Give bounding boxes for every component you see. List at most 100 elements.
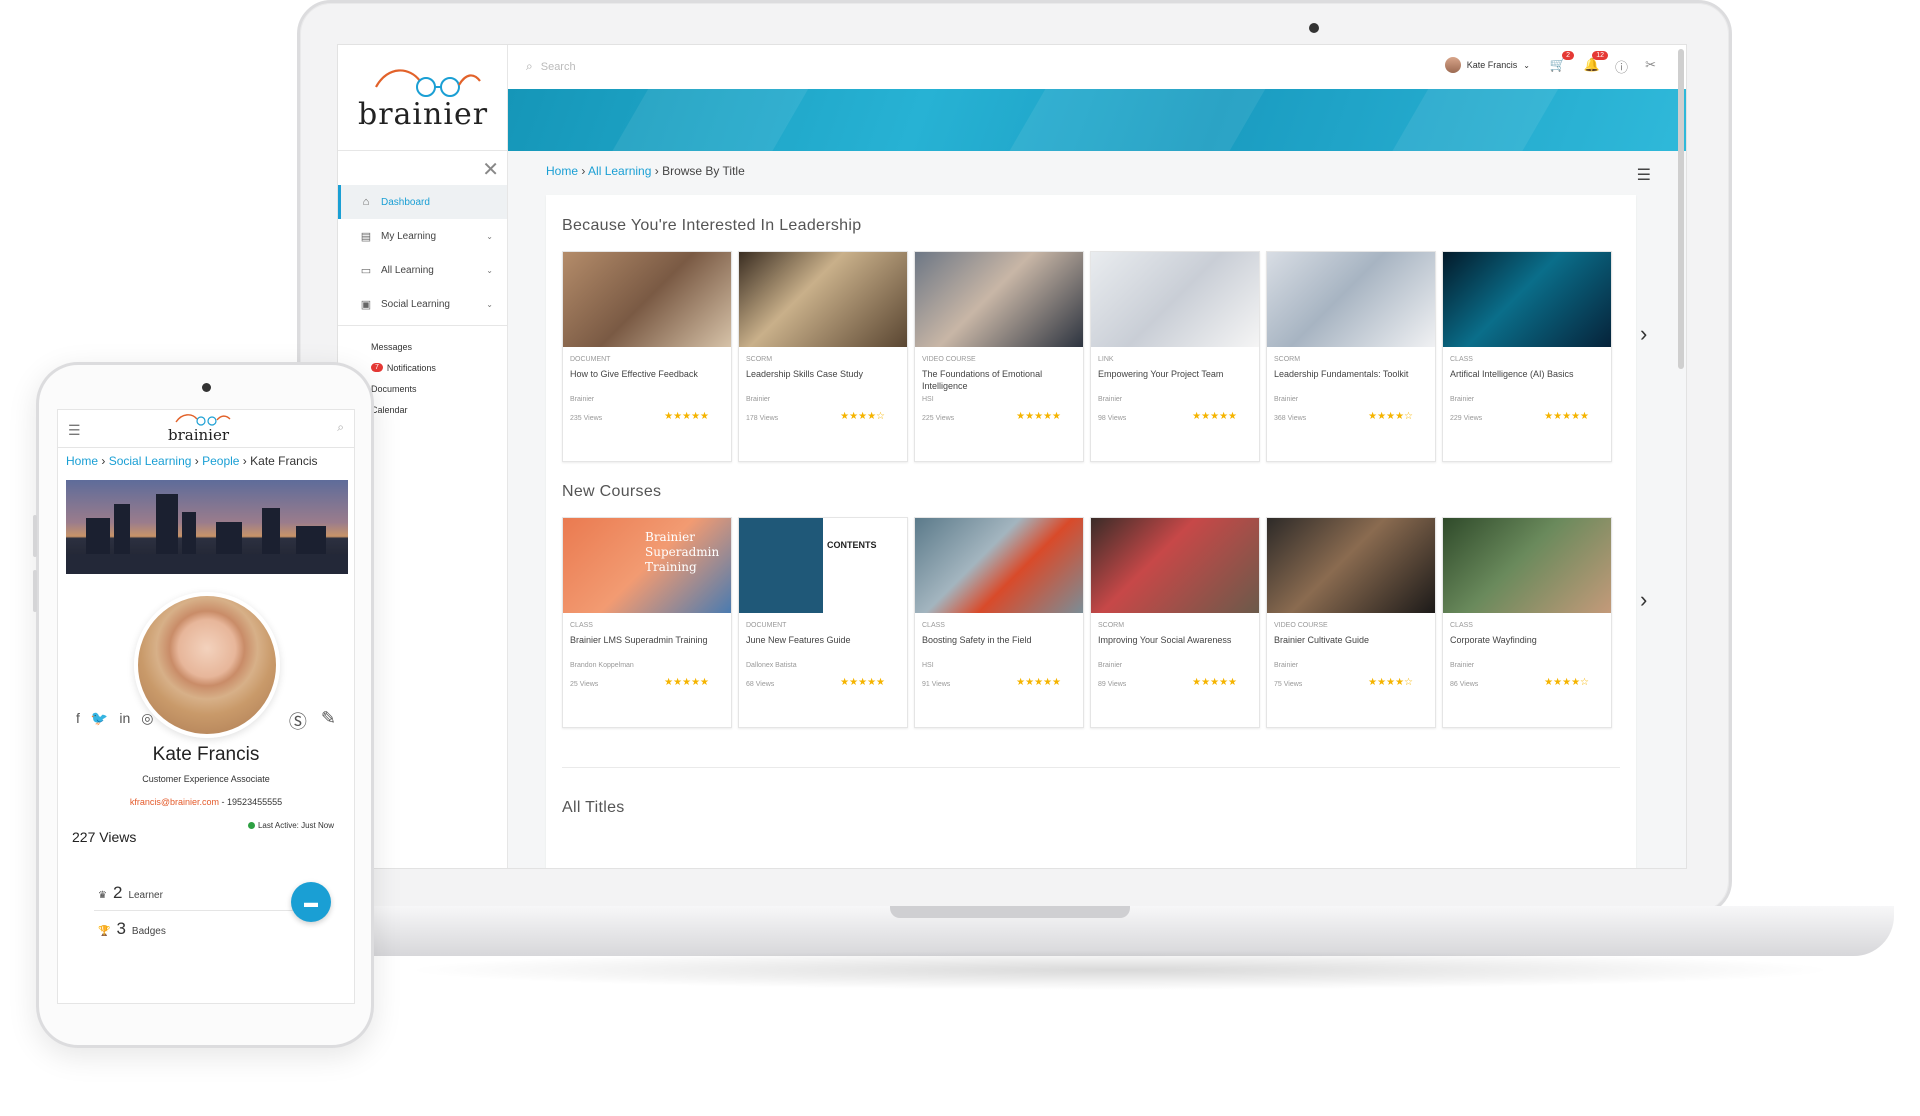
- user-menu[interactable]: Kate Francis ⌄: [1444, 57, 1530, 73]
- hamburger-icon[interactable]: ☰: [68, 422, 81, 439]
- course-views: 98 Views: [1098, 415, 1127, 422]
- course-title[interactable]: Leadership Skills Case Study: [746, 368, 901, 380]
- learner-count: 2: [112, 883, 123, 902]
- course-card[interactable]: Brainier Superadmin Training CLASS Brainie…: [562, 517, 732, 728]
- course-card[interactable]: SCORM Leadership Skills Case Study Brainie…: [738, 251, 908, 462]
- course-thumbnail[interactable]: CONTENTS: [739, 518, 907, 613]
- course-thumbnail[interactable]: [563, 252, 731, 347]
- course-title[interactable]: June New Features Guide: [746, 634, 901, 646]
- course-thumbnail[interactable]: [1443, 518, 1611, 613]
- messages-link[interactable]: Messages: [338, 336, 507, 357]
- breadcrumb-social[interactable]: Social Learning: [109, 454, 192, 468]
- course-title[interactable]: Boosting Safety in the Field: [922, 634, 1077, 646]
- course-card[interactable]: VIDEO COURSE Brainier Cultivate Guide Brai…: [1266, 517, 1436, 728]
- breadcrumb-home[interactable]: Home: [546, 164, 578, 178]
- notifications-badge: 7: [371, 363, 383, 372]
- facebook-icon[interactable]: f: [76, 710, 80, 727]
- course-views: 89 Views: [1098, 681, 1127, 688]
- course-title[interactable]: Brainier Cultivate Guide: [1274, 634, 1429, 646]
- course-type: SCORM: [1274, 356, 1301, 363]
- profile-role: Customer Experience Associate: [142, 774, 270, 784]
- course-card[interactable]: DOCUMENT How to Give Effective Feedback Br…: [562, 251, 732, 462]
- course-card[interactable]: SCORM Leadership Fundamentals: Toolkit Bra…: [1266, 251, 1436, 462]
- course-title[interactable]: Empowering Your Project Team: [1098, 368, 1253, 380]
- twitter-icon[interactable]: 🐦: [91, 710, 108, 727]
- breadcrumb: Home › All Learning › Browse By Title: [546, 164, 745, 178]
- course-thumbnail[interactable]: [1443, 252, 1611, 347]
- course-card[interactable]: CLASS Corporate Wayfinding Brainier 86 View…: [1442, 517, 1612, 728]
- book-icon: ▤: [360, 230, 372, 243]
- course-author: Brandon Koppelman: [570, 662, 634, 669]
- help-icon[interactable]: ⓘ: [1615, 57, 1628, 76]
- sidebar-item-my-learning[interactable]: ▤ My Learning ⌄: [338, 219, 507, 253]
- course-thumbnail[interactable]: [915, 518, 1083, 613]
- course-title[interactable]: Leadership Fundamentals: Toolkit: [1274, 368, 1429, 380]
- tools-icon[interactable]: ✂: [1645, 57, 1656, 73]
- search-icon[interactable]: ⌕: [337, 420, 344, 435]
- course-thumbnail[interactable]: Brainier Superadmin Training: [563, 518, 731, 613]
- cover-photo: [66, 480, 348, 574]
- sidebar-item-social-learning[interactable]: ▣ Social Learning ⌄: [338, 287, 507, 321]
- search-input[interactable]: ⌕ Search: [526, 59, 576, 74]
- instagram-icon[interactable]: ◎: [141, 710, 153, 727]
- skyline-building: [114, 504, 130, 556]
- course-thumbnail[interactable]: [1091, 252, 1259, 347]
- course-card[interactable]: LINK Empowering Your Project Team Brainier…: [1090, 251, 1260, 462]
- course-title[interactable]: Brainier LMS Superadmin Training: [570, 634, 725, 646]
- bell-icon[interactable]: 🔔 12: [1584, 51, 1608, 73]
- header-banner: [508, 89, 1686, 151]
- course-card[interactable]: CLASS Artifical Intelligence (AI) Basics B…: [1442, 251, 1612, 462]
- sidebar-item-label: My Learning: [381, 230, 437, 242]
- sidebar-item-all-learning[interactable]: ▭ All Learning ⌄: [338, 253, 507, 287]
- folder-icon: ▭: [360, 264, 372, 277]
- course-thumbnail[interactable]: [915, 252, 1083, 347]
- sidebar-item-dashboard[interactable]: ⌂ Dashboard: [338, 185, 507, 219]
- star-rating: ★★★★★: [1016, 411, 1061, 422]
- chat-bubble-icon: ▬: [304, 894, 318, 910]
- laptop-camera: [1309, 23, 1319, 33]
- last-active: Last Active: Just Now: [247, 821, 334, 830]
- user-name: Kate Francis: [1466, 60, 1518, 70]
- breadcrumb-current: Kate Francis: [250, 454, 318, 468]
- trophy-icon: 🏆: [98, 926, 111, 937]
- breadcrumb-all-learning[interactable]: All Learning: [588, 164, 651, 178]
- badges-stat: 🏆 3 Badges: [98, 919, 166, 939]
- course-thumbnail[interactable]: [1267, 518, 1435, 613]
- profile-email[interactable]: kfrancis@brainier.com: [130, 797, 219, 807]
- chat-button[interactable]: ▬: [291, 882, 331, 922]
- star-rating: ★★★★★: [1192, 411, 1237, 422]
- course-title[interactable]: The Foundations of Emotional Intelligenc…: [922, 368, 1077, 392]
- course-title[interactable]: Corporate Wayfinding: [1450, 634, 1605, 646]
- home-icon: ⌂: [362, 196, 370, 208]
- breadcrumb-people[interactable]: People: [202, 454, 239, 468]
- cart-icon[interactable]: 🛒 2: [1550, 51, 1574, 73]
- close-icon[interactable]: ✕: [482, 157, 499, 182]
- course-type: VIDEO COURSE: [922, 356, 976, 363]
- cart-count: 2: [1562, 51, 1574, 60]
- course-title[interactable]: Improving Your Social Awareness: [1098, 634, 1253, 646]
- breadcrumb-home[interactable]: Home: [66, 454, 98, 468]
- course-title[interactable]: Artifical Intelligence (AI) Basics: [1450, 368, 1605, 380]
- star-rating: ★★★★★: [1544, 411, 1589, 422]
- course-title[interactable]: How to Give Effective Feedback: [570, 368, 725, 380]
- course-thumbnail[interactable]: [1091, 518, 1259, 613]
- course-thumbnail[interactable]: [739, 252, 907, 347]
- course-card[interactable]: SCORM Improving Your Social Awareness Brai…: [1090, 517, 1260, 728]
- list-view-icon[interactable]: ☰: [1637, 165, 1651, 185]
- chevron-right-icon[interactable]: ›: [1640, 321, 1647, 347]
- course-card[interactable]: CONTENTS DOCUMENT June New Features Guide D…: [738, 517, 908, 728]
- course-card[interactable]: CLASS Boosting Safety in the Field HSI 91 V…: [914, 517, 1084, 728]
- scrollbar[interactable]: [1678, 49, 1684, 369]
- notifications-link[interactable]: 7 Notifications: [338, 357, 507, 378]
- course-author: Brainier: [1098, 662, 1123, 669]
- river: [66, 554, 348, 574]
- star-rating: ★★★★★: [664, 677, 709, 688]
- chevron-right-icon[interactable]: ›: [1640, 587, 1647, 613]
- course-card[interactable]: VIDEO COURSE The Foundations of Emotional…: [914, 251, 1084, 462]
- dollar-icon[interactable]: Ⓢ: [289, 708, 307, 734]
- linkedin-icon[interactable]: in: [119, 710, 130, 727]
- edit-pencil-icon[interactable]: ✎: [321, 708, 336, 734]
- course-author: HSI: [922, 662, 934, 669]
- course-thumbnail[interactable]: [1267, 252, 1435, 347]
- logo[interactable]: brainier: [338, 45, 507, 151]
